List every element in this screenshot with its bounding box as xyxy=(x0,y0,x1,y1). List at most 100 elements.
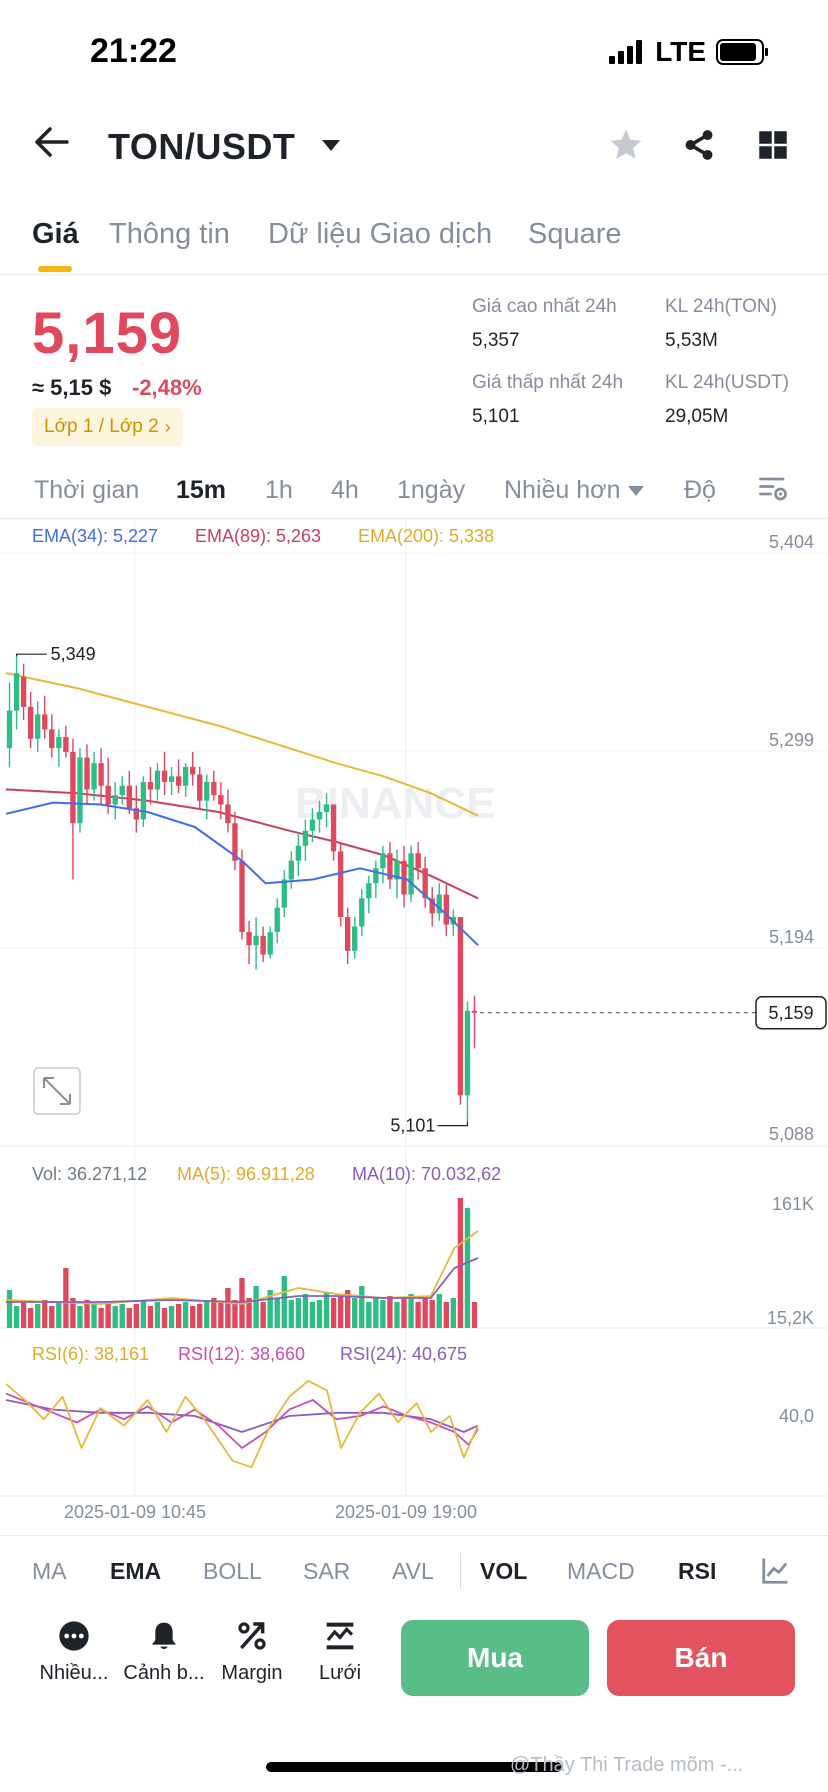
chart-bottom-divider xyxy=(0,1535,828,1536)
volume-bar xyxy=(330,1298,337,1328)
candle-body xyxy=(168,776,175,782)
candle-body xyxy=(457,917,464,1096)
action-alert[interactable]: Cảnh b... xyxy=(116,1620,212,1685)
action-grid[interactable]: Lưới xyxy=(292,1620,388,1685)
interval-15m[interactable]: 15m xyxy=(176,476,226,505)
rsi12-path xyxy=(5,1392,479,1449)
volume-bar xyxy=(288,1300,294,1328)
candle-body xyxy=(35,714,41,739)
low-24h-label: Giá thấp nhất 24h xyxy=(472,372,624,393)
action-more[interactable]: Nhiều... xyxy=(26,1620,122,1685)
volume-bar xyxy=(204,1300,210,1328)
indicator-tab-boll[interactable]: BOLL xyxy=(203,1558,262,1585)
volume-bar xyxy=(91,1304,97,1328)
chart-settings-icon[interactable] xyxy=(758,474,788,504)
indicator-settings-icon[interactable] xyxy=(760,1556,790,1586)
candle-body xyxy=(112,795,118,805)
rsi12-legend: RSI(12): 38,660 xyxy=(178,1344,305,1364)
more-caret-icon[interactable] xyxy=(628,486,644,496)
volume-bar xyxy=(225,1288,231,1328)
share-icon[interactable] xyxy=(682,128,716,162)
candle-body xyxy=(218,795,224,805)
high-24h-value: 5,357 xyxy=(472,330,520,351)
buy-button[interactable]: Mua xyxy=(401,1620,589,1696)
sell-button[interactable]: Bán xyxy=(607,1620,795,1696)
tab-square[interactable]: Square xyxy=(528,218,622,251)
price-tick: 5,088 xyxy=(769,1124,814,1144)
pair-dropdown-icon[interactable] xyxy=(322,140,340,151)
candle-body xyxy=(288,860,294,880)
candle-body xyxy=(119,785,125,796)
interval-1h[interactable]: 1h xyxy=(265,476,293,505)
chevron-right-icon: › xyxy=(164,416,171,437)
action-margin[interactable]: Margin xyxy=(204,1620,300,1685)
price-chart[interactable]: BINANCE EMA(34): 5,227 EMA(89): 5,263 EM… xyxy=(0,518,828,1528)
trading-pair-title[interactable]: TON/USDT xyxy=(108,126,295,168)
candle-body xyxy=(77,757,83,824)
indicator-tab-ma[interactable]: MA xyxy=(32,1558,67,1585)
candle-body xyxy=(366,883,372,899)
candle-body xyxy=(267,932,273,955)
candle-body xyxy=(302,830,309,846)
vol-legend: Vol: 36.271,12 xyxy=(32,1164,147,1184)
vol-ton-value: 5,53M xyxy=(665,330,718,351)
volume-bar xyxy=(133,1304,140,1328)
candle-body xyxy=(464,1010,471,1096)
candle-body xyxy=(211,781,217,796)
indicator-tab-sar[interactable]: SAR xyxy=(303,1558,350,1585)
interval-1d[interactable]: 1ngày xyxy=(397,476,465,505)
candle-body xyxy=(281,879,287,908)
volume-bar xyxy=(49,1306,55,1328)
volume-bar xyxy=(98,1308,104,1328)
volume-bar xyxy=(175,1304,182,1328)
volume-bar xyxy=(464,1208,471,1328)
indicator-tab-vol[interactable]: VOL xyxy=(480,1558,527,1585)
layer-badge[interactable]: Lớp 1 / Lớp 2 › xyxy=(32,408,183,446)
volume-bar xyxy=(457,1198,464,1328)
candle-body xyxy=(140,781,147,820)
candle-body xyxy=(190,766,196,775)
interval-4h[interactable]: 4h xyxy=(331,476,359,505)
candle-body xyxy=(471,1010,478,1013)
volume-bar xyxy=(140,1300,147,1328)
tab-info[interactable]: Thông tin xyxy=(109,218,230,251)
candle-body xyxy=(246,932,252,946)
interval-time[interactable]: Thời gian xyxy=(34,476,139,505)
overlay-watermark: @Thầy Thi Trade mõm -... xyxy=(510,1754,744,1776)
indicator-tab-avl[interactable]: AVL xyxy=(392,1558,434,1585)
interval-depth[interactable]: Độ xyxy=(684,476,716,505)
favorite-star-icon[interactable] xyxy=(608,128,644,162)
binance-watermark: BINANCE xyxy=(295,779,495,828)
candle-body xyxy=(27,706,34,739)
vol-usdt-label: KL 24h(USDT) xyxy=(665,372,789,393)
candle-body xyxy=(49,729,55,749)
interval-more[interactable]: Nhiều hơn xyxy=(504,476,620,505)
volume-bars xyxy=(6,1198,478,1328)
candle-body xyxy=(204,781,210,801)
volume-bar xyxy=(401,1298,407,1328)
volume-bar xyxy=(20,1303,27,1328)
grid-trading-icon xyxy=(326,1622,354,1650)
volume-bar xyxy=(154,1302,161,1328)
candle-body xyxy=(260,935,266,955)
status-icons: LTE xyxy=(609,36,770,68)
high-marker-label: 5,349 xyxy=(51,644,96,664)
active-tab-indicator xyxy=(38,266,72,272)
candle-body xyxy=(20,676,27,707)
high-marker-leader xyxy=(15,653,47,657)
candle-body xyxy=(84,757,90,790)
indicator-tab-rsi[interactable]: RSI xyxy=(678,1558,716,1585)
volume-bar xyxy=(323,1292,330,1328)
tab-price[interactable]: Giá xyxy=(32,218,79,251)
candle-body xyxy=(309,819,316,831)
back-arrow-icon[interactable] xyxy=(34,126,70,158)
layout-grid-icon[interactable] xyxy=(758,130,788,160)
indicator-tab-ema[interactable]: EMA xyxy=(110,1558,161,1585)
last-price: 5,159 xyxy=(32,301,183,366)
volume-bar xyxy=(77,1306,83,1328)
indicator-tab-macd[interactable]: MACD xyxy=(567,1558,635,1585)
volume-bar xyxy=(316,1300,323,1328)
candle-body xyxy=(147,781,154,790)
expand-chart-button[interactable] xyxy=(33,1067,81,1115)
tab-trading-data[interactable]: Dữ liệu Giao dịch xyxy=(268,218,492,251)
